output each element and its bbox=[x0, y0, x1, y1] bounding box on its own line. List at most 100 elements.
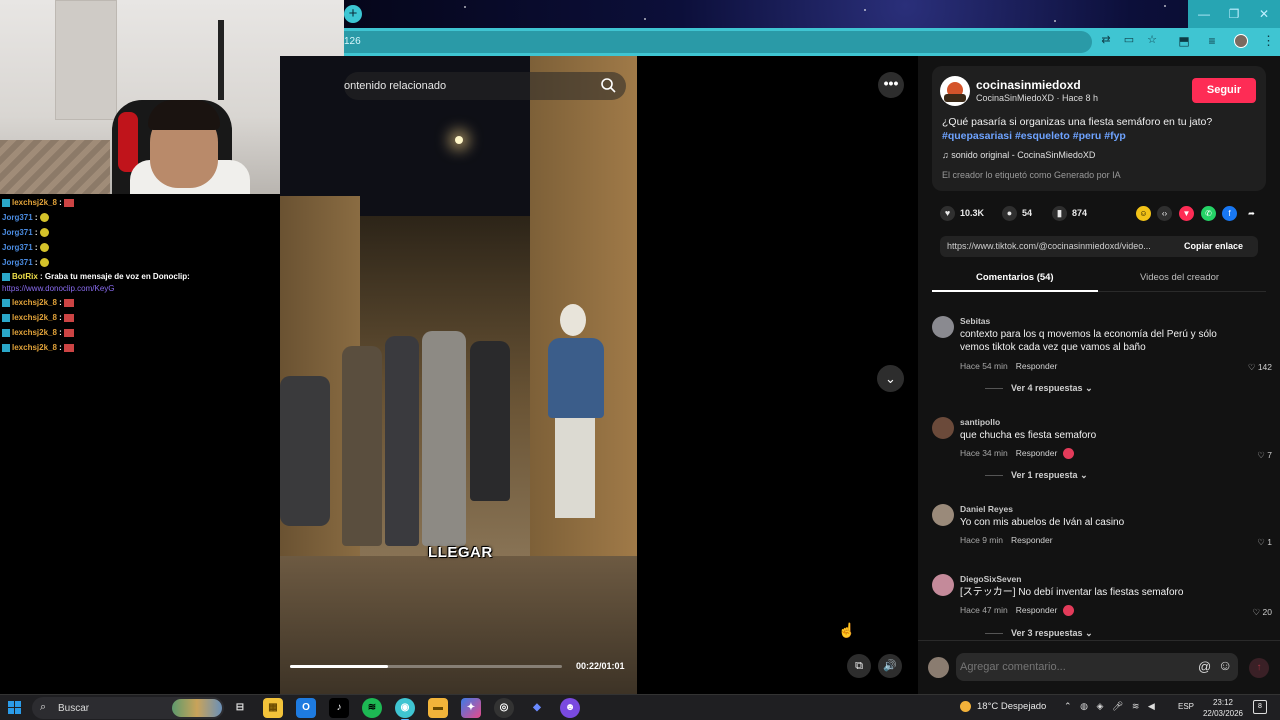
post-sound[interactable]: ♫ sonido original - CocinaSinMiedoXD bbox=[942, 150, 1095, 160]
creator-avatar[interactable] bbox=[940, 76, 970, 106]
comment-user[interactable]: DiegoSixSeven bbox=[960, 574, 1021, 584]
tiktok-icon[interactable]: ♪ bbox=[329, 698, 349, 718]
translate-icon[interactable]: ⇄ bbox=[1099, 33, 1113, 47]
url-field[interactable]: 126 bbox=[344, 31, 1092, 53]
facebook-icon[interactable]: f bbox=[1222, 206, 1237, 221]
video-skeleton-legs bbox=[555, 418, 595, 518]
spotify-icon[interactable]: ≋ bbox=[362, 698, 382, 718]
copilot-icon[interactable]: ✦ bbox=[461, 698, 481, 718]
chat-line: lexchsj2k_8 : bbox=[2, 343, 74, 352]
reply-button[interactable]: Responder bbox=[1011, 535, 1053, 545]
emote-icon bbox=[39, 258, 49, 268]
chat-line: Jorg371 : bbox=[2, 228, 49, 238]
store-icon[interactable]: ▦ bbox=[263, 698, 283, 718]
notification-icon[interactable]: 8 bbox=[1253, 700, 1267, 714]
creator-name[interactable]: cocinasinmiedoxd bbox=[976, 78, 1081, 92]
related-search[interactable]: ontenido relacionado bbox=[344, 72, 626, 100]
view-replies[interactable]: Ver 3 respuestas ⌄ bbox=[985, 628, 1093, 639]
tab-comments[interactable]: Comentarios (54) bbox=[976, 272, 1054, 283]
volume-icon[interactable]: 🔊 bbox=[878, 654, 902, 678]
bookmark-star-icon[interactable]: ☆ bbox=[1145, 33, 1159, 47]
comment-avatar[interactable] bbox=[932, 574, 954, 596]
post-comment-button[interactable]: ↑ bbox=[1249, 658, 1269, 678]
comment-meta: Hace 54 min Responder bbox=[960, 361, 1058, 371]
discord-icon[interactable]: ☻ bbox=[560, 698, 580, 718]
obs-icon[interactable]: ◎ bbox=[494, 698, 514, 718]
chevron-up-icon[interactable]: ⌃ bbox=[1064, 701, 1072, 711]
post-hashtags[interactable]: #quepasariasi #esqueleto #peru #fyp bbox=[942, 130, 1126, 142]
comment-like[interactable]: ♡ 7 bbox=[1257, 450, 1272, 461]
emote-icon bbox=[39, 243, 49, 253]
taskbar-search[interactable]: ⌕ Buscar bbox=[32, 697, 224, 719]
comment-user[interactable]: santipollo bbox=[960, 417, 1000, 427]
badge-icon bbox=[2, 328, 10, 337]
tab-creator-videos[interactable]: Videos del creador bbox=[1140, 272, 1219, 283]
folder-icon[interactable]: ▬ bbox=[428, 698, 448, 718]
user-avatar bbox=[928, 657, 949, 678]
close-icon[interactable]: ✕ bbox=[1248, 0, 1280, 28]
music-icon: ♫ bbox=[942, 150, 952, 160]
app-icon[interactable]: ◆ bbox=[527, 698, 547, 718]
outlook-icon[interactable]: O bbox=[296, 698, 316, 718]
comment-input[interactable] bbox=[956, 653, 1238, 681]
comment-user[interactable]: Sebitas bbox=[960, 316, 990, 326]
comment-avatar[interactable] bbox=[932, 504, 954, 526]
browser-tabstrip bbox=[344, 0, 1280, 28]
browser-menu-icon[interactable]: ⋮ bbox=[1262, 33, 1275, 49]
weather-widget[interactable]: 18°C Despejado bbox=[960, 701, 1046, 712]
comment-like[interactable]: ♡ 1 bbox=[1257, 537, 1272, 548]
post-link[interactable]: https://www.tiktok.com/@cocinasinmiedoxd… bbox=[947, 241, 1175, 251]
volume-icon[interactable]: ◀︎ bbox=[1148, 701, 1155, 711]
share-icon[interactable]: ➦ bbox=[1244, 206, 1259, 221]
minimize-icon[interactable]: — bbox=[1188, 0, 1220, 28]
embed-icon[interactable]: ‹› bbox=[1157, 206, 1172, 221]
progress-bar[interactable] bbox=[290, 665, 562, 668]
cast-icon[interactable]: ▭ bbox=[1122, 33, 1136, 47]
chrome-icon[interactable]: ◉ bbox=[395, 698, 415, 720]
video-player[interactable] bbox=[280, 56, 637, 694]
view-replies[interactable]: Ver 4 respuestas ⌄ bbox=[985, 383, 1093, 394]
windows-start-icon[interactable] bbox=[8, 701, 22, 715]
emote-icon bbox=[63, 313, 74, 322]
profile-avatar[interactable] bbox=[1234, 34, 1248, 48]
tray-icon[interactable]: ◍ bbox=[1080, 701, 1088, 711]
extensions-icon[interactable]: ⬒ bbox=[1176, 33, 1192, 49]
new-tab-button[interactable]: + bbox=[344, 5, 362, 23]
emoji-icon[interactable]: ☺ bbox=[1218, 657, 1232, 673]
task-view-icon[interactable]: ⊟ bbox=[230, 698, 250, 718]
save-stat[interactable]: ▮ 874 bbox=[1052, 206, 1087, 221]
video-caption: LLEGAR bbox=[428, 544, 493, 561]
chevron-down-icon[interactable]: ⌄ bbox=[877, 365, 904, 392]
comment-user[interactable]: Daniel Reyes bbox=[960, 504, 1013, 514]
comment-stat[interactable]: ● 54 bbox=[1002, 206, 1032, 221]
chat-link[interactable]: https://www.donoclip.com/KeyG bbox=[2, 284, 115, 293]
copy-link-button[interactable]: Copiar enlace bbox=[1184, 241, 1243, 251]
reply-button[interactable]: Responder bbox=[1016, 448, 1058, 458]
like-stat[interactable]: ♥ 10.3K bbox=[940, 206, 984, 221]
more-icon[interactable]: ••• bbox=[878, 72, 904, 98]
maximize-icon[interactable]: ❐ bbox=[1218, 0, 1250, 28]
heart-icon: ♡ bbox=[1247, 362, 1258, 372]
mention-icon[interactable]: @ bbox=[1198, 659, 1211, 674]
emoji-share-icon[interactable]: ☺ bbox=[1136, 206, 1151, 221]
mic-icon[interactable]: 🎤︎ bbox=[1112, 701, 1123, 711]
search-icon[interactable] bbox=[600, 77, 616, 93]
chat-line: Jorg371 : bbox=[2, 213, 49, 223]
whatsapp-icon[interactable]: ✆ bbox=[1201, 206, 1216, 221]
pip-icon[interactable]: ⧉ bbox=[847, 654, 871, 678]
media-icon[interactable]: ≡ bbox=[1204, 33, 1220, 49]
clock[interactable]: 23:12 22/03/2026 bbox=[1201, 697, 1245, 719]
send-icon[interactable]: ▼ bbox=[1179, 206, 1194, 221]
reply-button[interactable]: Responder bbox=[1016, 361, 1058, 371]
comment-avatar[interactable] bbox=[932, 316, 954, 338]
chat-line: lexchsj2k_8 : bbox=[2, 328, 74, 337]
view-replies[interactable]: Ver 1 respuesta ⌄ bbox=[985, 470, 1088, 481]
comment-like[interactable]: ♡ 20 bbox=[1253, 607, 1272, 618]
follow-button[interactable]: Seguir bbox=[1192, 78, 1256, 103]
language-indicator[interactable]: ESP bbox=[1178, 702, 1194, 711]
reply-button[interactable]: Responder bbox=[1016, 605, 1058, 615]
comment-like[interactable]: ♡ 142 bbox=[1248, 362, 1272, 373]
comment-avatar[interactable] bbox=[932, 417, 954, 439]
tray-icon[interactable]: ◈ bbox=[1096, 701, 1103, 711]
wifi-icon[interactable]: ≋ bbox=[1132, 701, 1140, 711]
